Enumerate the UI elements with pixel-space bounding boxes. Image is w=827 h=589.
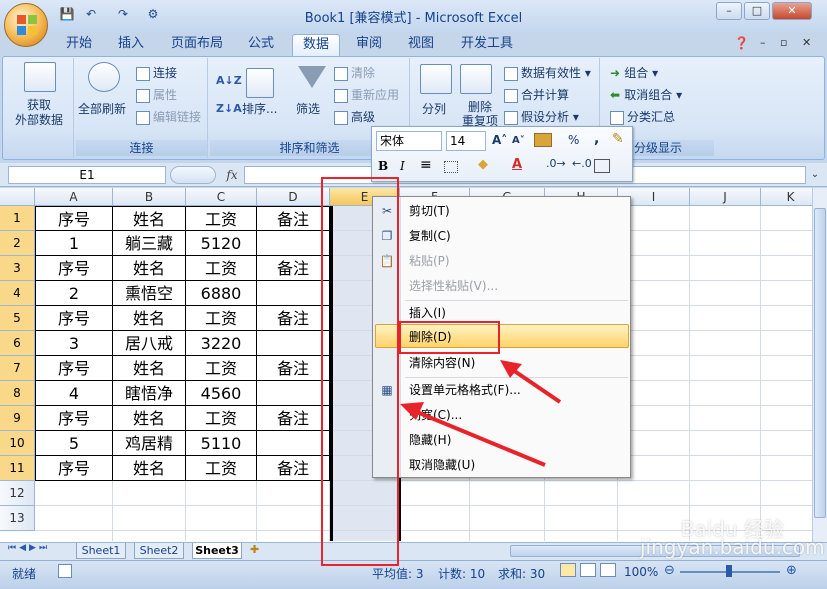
annotation-arrow-icon	[400, 360, 562, 467]
watermark: Baidu 经验 jingyan.baidu.com	[640, 517, 825, 559]
annotation-arrows	[400, 360, 562, 467]
